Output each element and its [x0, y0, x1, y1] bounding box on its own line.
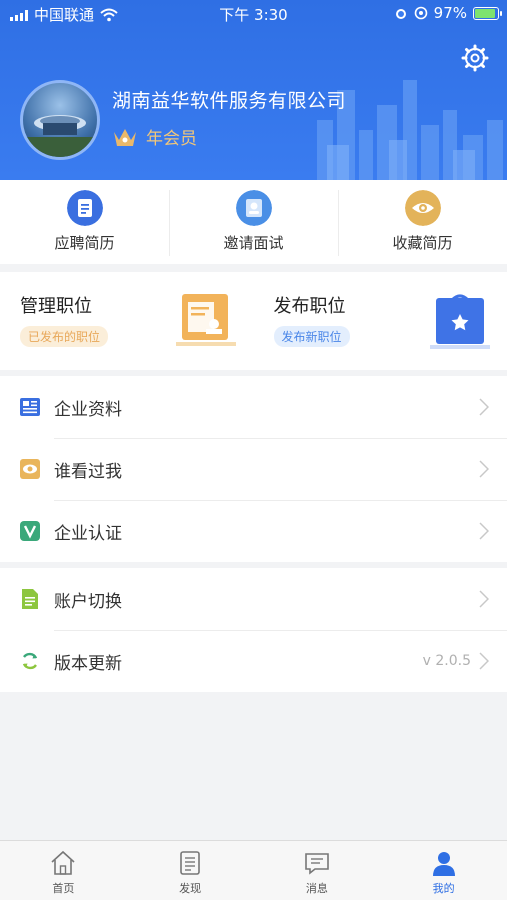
crown-icon: [114, 128, 136, 146]
app-version: v 2.0.5: [422, 653, 471, 669]
tab-label: 我的: [432, 882, 455, 895]
quick-action-interview[interactable]: 邀请面试: [169, 180, 338, 264]
battery-icon: [473, 6, 502, 20]
chevron-right-icon: [479, 460, 489, 478]
tab-discover[interactable]: 发现: [127, 841, 254, 900]
tab-home[interactable]: 首页: [0, 841, 127, 900]
quick-action-resumes[interactable]: 应聘简历: [0, 180, 169, 264]
resume-icon: [66, 190, 103, 226]
message-icon: [305, 853, 329, 875]
membership-badge[interactable]: 年会员: [112, 124, 197, 149]
chevron-right-icon: [479, 590, 489, 608]
switch-account-icon: [22, 589, 38, 609]
alarm-icon: [395, 9, 406, 19]
quick-action-label: 应聘简历: [54, 234, 115, 252]
verify-icon: [20, 521, 40, 541]
menu-item-visitors[interactable]: 谁看过我: [0, 438, 507, 500]
company-name: 湖南益华软件服务有限公司: [112, 90, 347, 112]
manage-jobs-tag: 已发布的职位: [20, 326, 109, 347]
profile-icon: [432, 852, 455, 876]
visitors-icon: [20, 459, 40, 479]
menu-item-company-profile[interactable]: 企业资料: [0, 376, 507, 438]
tab-label: 消息: [305, 882, 328, 895]
chevron-right-icon: [479, 652, 489, 670]
menu-item-switch-account[interactable]: 账户切换: [0, 568, 507, 630]
shopping-bag-star-icon: [429, 294, 490, 349]
company-avatar[interactable]: [20, 80, 100, 160]
manage-jobs[interactable]: 管理职位 已发布的职位: [0, 272, 254, 370]
orientation-lock-icon: [414, 6, 427, 20]
tab-label: 首页: [52, 882, 75, 895]
building-logo-image: [23, 115, 97, 157]
refresh-icon: [22, 652, 38, 670]
tab-profile[interactable]: 我的: [380, 841, 507, 900]
menu-item-version-update[interactable]: 版本更新 v 2.0.5: [0, 630, 507, 692]
status-bar: 中国联通 下午 3:30 97%: [0, 0, 507, 28]
battery-percent: 97%: [433, 4, 467, 22]
jobs-card: 管理职位 已发布的职位 发布职位 发布新职位: [0, 272, 507, 370]
menu-item-label: 账户切换: [54, 591, 122, 612]
quick-action-label: 邀请面试: [223, 234, 284, 252]
account-menu: 账户切换 版本更新 v 2.0.5: [0, 568, 507, 692]
manage-jobs-icon: [176, 294, 236, 346]
quick-action-label: 收藏简历: [392, 234, 453, 252]
interview-icon: [235, 190, 272, 226]
chevron-right-icon: [479, 522, 489, 540]
settings-gear-icon[interactable]: [461, 44, 489, 72]
quick-action-favorites[interactable]: 收藏简历: [338, 180, 507, 264]
menu-item-label: 企业认证: [54, 523, 122, 544]
menu-item-label: 谁看过我: [54, 461, 122, 482]
menu-item-label: 企业资料: [54, 399, 122, 420]
publish-job-tag: 发布新职位: [273, 326, 350, 347]
publish-job[interactable]: 发布职位 发布新职位: [254, 272, 507, 370]
bottom-tab-bar: 首页 发现 消息 我的: [0, 840, 507, 900]
tab-messages[interactable]: 消息: [254, 841, 381, 900]
home-icon: [51, 850, 75, 875]
company-menu: 企业资料 谁看过我 企业认证: [0, 376, 507, 562]
document-icon: [20, 398, 40, 416]
chevron-right-icon: [479, 398, 489, 416]
menu-item-label: 版本更新: [54, 653, 122, 674]
member-level-label: 年会员: [146, 129, 197, 149]
profile-header: 中国联通 下午 3:30 97% 湖南益华软件服务有限公司 年会员: [0, 0, 507, 180]
tab-label: 发现: [179, 882, 202, 895]
discover-icon: [180, 851, 200, 875]
eye-icon: [404, 190, 441, 226]
quick-actions-bar: 应聘简历 邀请面试 收藏简历: [0, 180, 507, 264]
menu-item-verification[interactable]: 企业认证: [0, 500, 507, 562]
